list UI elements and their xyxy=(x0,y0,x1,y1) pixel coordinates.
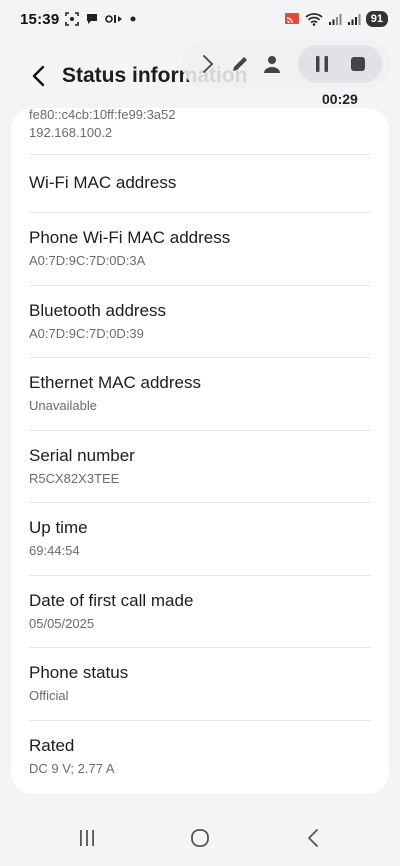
row-title: Date of first call made xyxy=(29,590,194,610)
row-value: A0:7D:9C:7D:0D:39 xyxy=(29,325,144,341)
row-value: Official xyxy=(29,688,69,703)
person-icon xyxy=(264,56,280,73)
recorder-selfie-button[interactable] xyxy=(256,44,288,84)
ipv4-address: 192.168.100.2 xyxy=(29,125,113,140)
row-value: A0:7D:9C:7D:0D:3A xyxy=(29,253,146,268)
row-bluetooth-address[interactable]: Bluetooth address A0:7D:9C:7D:0D:39 xyxy=(11,285,389,357)
row-title: Bluetooth address xyxy=(29,300,167,320)
signal-icon xyxy=(328,13,342,26)
row-title: Wi-Fi MAC address xyxy=(29,173,177,192)
row-value: 69:44:54 xyxy=(29,543,80,558)
back-nav-button[interactable] xyxy=(283,816,343,860)
row-value: DC 9 V; 2.77 A xyxy=(29,760,115,776)
row-rated[interactable]: Rated DC 9 V; 2.77 A xyxy=(11,720,389,792)
pencil-icon xyxy=(233,57,247,71)
navigation-bar xyxy=(0,810,400,866)
row-value: Unavailable xyxy=(29,398,97,413)
ipv6-address: fe80::c4cb:10ff:fe99:3a52 xyxy=(29,108,176,122)
recorder-draw-button[interactable] xyxy=(224,44,256,84)
row-title: Rated xyxy=(29,735,75,755)
status-time: 15:39 xyxy=(20,10,60,28)
row-title: Up time xyxy=(29,518,88,537)
row-title: Phone status xyxy=(29,663,129,682)
row-serial-number[interactable]: Serial number R5CX82X3TEE xyxy=(11,430,389,502)
screen-recorder-toolbar xyxy=(182,40,390,88)
recents-icon xyxy=(79,830,94,846)
cast-icon xyxy=(284,12,300,26)
status-info-card: fe80::c4cb:10ff:fe99:3a52 192.168.100.2 … xyxy=(11,108,389,794)
back-nav-icon xyxy=(308,829,319,847)
row-value: R5CX82X3TEE xyxy=(29,470,120,486)
row-first-call-date[interactable]: Date of first call made 05/05/2025 xyxy=(11,575,389,647)
row-wifi-mac[interactable]: Wi-Fi MAC address xyxy=(11,154,389,212)
row-up-time[interactable]: Up time 69:44:54 xyxy=(11,502,389,575)
ip-address-block: fe80::c4cb:10ff:fe99:3a52 192.168.100.2 xyxy=(11,108,389,154)
row-value: 05/05/2025 xyxy=(29,615,95,631)
row-title: Ethernet MAC address xyxy=(29,373,201,392)
home-button[interactable] xyxy=(170,816,230,860)
dot-icon xyxy=(129,15,137,23)
home-icon xyxy=(191,829,209,847)
stop-icon xyxy=(351,57,365,71)
row-ethernet-mac[interactable]: Ethernet MAC address Unavailable xyxy=(11,357,389,430)
row-phone-wifi-mac[interactable]: Phone Wi-Fi MAC address A0:7D:9C:7D:0D:3… xyxy=(11,212,389,285)
recorder-controls xyxy=(298,45,382,83)
status-bar-left: 15:39 xyxy=(20,11,137,28)
battery-indicator: 91 xyxy=(365,11,388,27)
status-bar: 15:39 91 xyxy=(0,0,400,38)
recorder-pause-button[interactable] xyxy=(304,44,340,84)
screenshot-icon xyxy=(65,12,80,26)
back-button[interactable] xyxy=(14,52,62,100)
recorder-timer: 00:29 xyxy=(322,91,358,107)
pause-icon xyxy=(316,56,328,72)
screen: 15:39 91 Status information 00:29 fe80::… xyxy=(0,0,400,866)
status-bar-right: 91 xyxy=(284,11,388,27)
recorder-expand-button[interactable] xyxy=(192,44,224,84)
row-title: Phone Wi-Fi MAC address xyxy=(29,228,231,247)
recorder-stop-button[interactable] xyxy=(340,44,376,84)
back-arrow-icon xyxy=(32,65,45,87)
row-phone-status[interactable]: Phone status Official xyxy=(11,647,389,720)
signal-icon xyxy=(347,13,361,26)
chevron-right-icon xyxy=(203,55,214,73)
chat-icon xyxy=(85,12,99,26)
recents-button[interactable] xyxy=(57,816,117,860)
media-icon xyxy=(105,13,123,25)
row-title: Serial number xyxy=(29,445,135,465)
wifi-icon xyxy=(305,12,323,26)
